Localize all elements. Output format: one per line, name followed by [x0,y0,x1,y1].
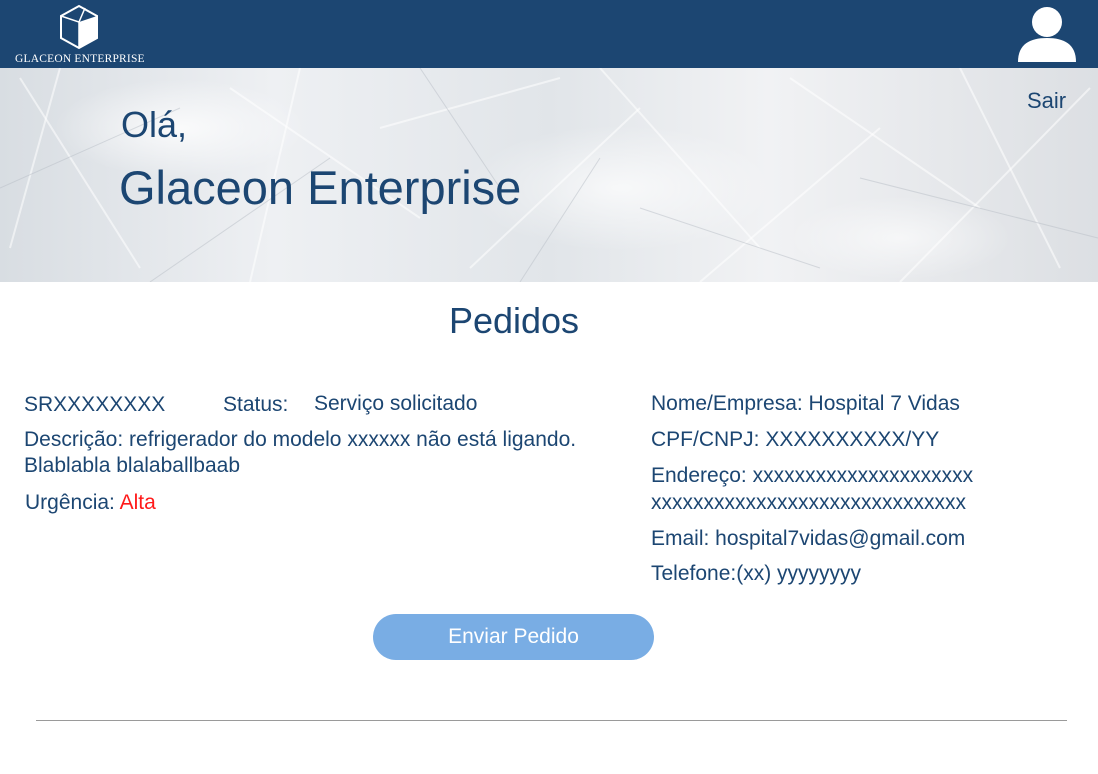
urgency-field: Urgência: Alta [25,491,156,515]
cube-logo-icon [60,4,98,50]
status-value: Serviço solicitado [314,392,478,415]
urgency-label: Urgência: [25,491,115,514]
client-phone: Telefone:(xx) yyyyyyyy [651,562,862,585]
client-name: Nome/Empresa: Hospital 7 Vidas [651,392,960,415]
user-avatar-button[interactable] [1016,4,1078,64]
top-bar: GLACEON ENTERPRISE [0,0,1098,68]
order-description: Descrição: refrigerador do modelo xxxxxx… [24,428,577,477]
client-document: CPF/CNPJ: XXXXXXXXXX/YY [651,428,940,451]
status-label: Status: [223,393,289,416]
user-avatar-icon [1018,7,1076,62]
client-email: Email: hospital7vidas@gmail.com [651,527,966,550]
page-title: Pedidos [448,300,580,341]
greeting-text: Olá, [121,104,188,145]
company-name-heading: Glaceon Enterprise [119,161,522,214]
urgency-value: Alta [119,491,156,514]
divider [36,720,1067,721]
client-address-line2: xxxxxxxxxxxxxxxxxxxxxxxxxxxxxx [651,491,966,514]
hero-banner: Olá, Glaceon Enterprise Sair [0,68,1098,282]
logout-link[interactable]: Sair [1027,88,1066,114]
client-address-line1: Endereço: xxxxxxxxxxxxxxxxxxxxx [651,464,974,487]
company-logo[interactable]: GLACEON ENTERPRISE [14,4,156,66]
logo-text: GLACEON ENTERPRISE [15,53,145,65]
order-id: SRXXXXXXXX [24,393,166,416]
send-order-button[interactable]: Enviar Pedido [373,614,654,660]
